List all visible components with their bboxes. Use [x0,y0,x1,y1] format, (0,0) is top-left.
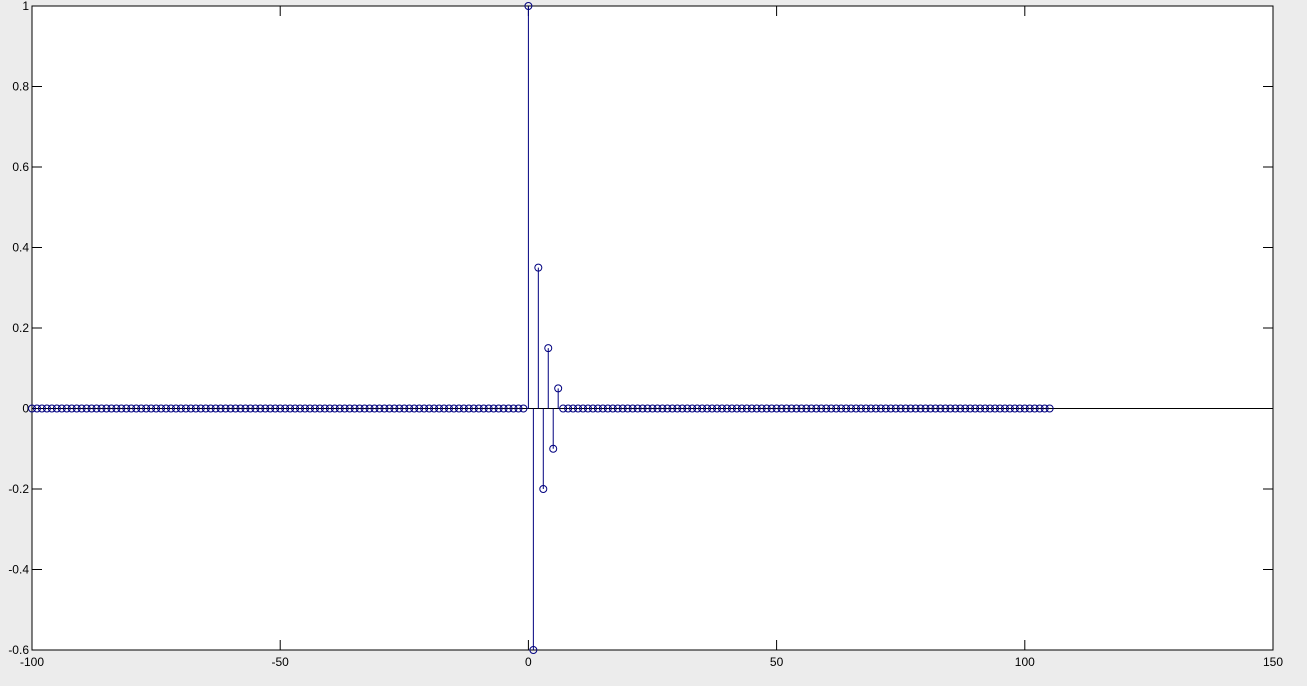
y-tick-label: 0.2 [12,321,29,335]
x-tick-label: 100 [1015,655,1035,669]
x-tick-label: 0 [525,655,532,669]
y-tick-label: 1 [22,0,29,13]
y-tick-label: -0.2 [8,482,29,496]
y-tick-label: 0.4 [12,241,29,255]
x-tick-label: -50 [272,655,290,669]
stem-plot: -100 -50 0 50 100 150 -0.6-0.4-0.200.20.40.60… [8,0,1283,669]
x-tick-label: 50 [770,655,784,669]
plot-area [31,5,1274,651]
y-tick-label: -0.6 [8,643,29,657]
y-tick-label: -0.4 [8,563,29,577]
x-tick-label: -100 [20,655,44,669]
y-tick-label: 0.8 [12,80,29,94]
y-tick-label: 0.6 [12,160,29,174]
x-tick-label: 150 [1263,655,1283,669]
